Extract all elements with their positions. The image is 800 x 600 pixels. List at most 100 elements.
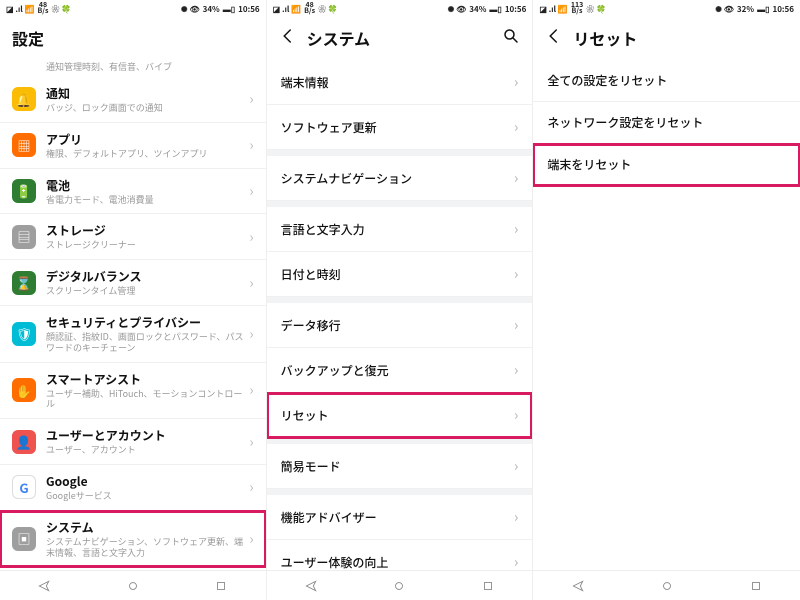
- status-icons-extra: ❀ 🍀: [318, 4, 338, 15]
- chevron-right-icon: ›: [514, 405, 518, 425]
- nav-bar: [533, 570, 800, 600]
- status-time: 10:56: [505, 4, 526, 15]
- settings-item-icon: ▣: [12, 527, 36, 551]
- back-button[interactable]: [279, 26, 297, 50]
- settings-item[interactable]: ▦アプリ権限、デフォルトアプリ、ツインアプリ›: [0, 123, 266, 169]
- chevron-right-icon: ›: [249, 135, 253, 155]
- status-kbps: 113B/s: [571, 3, 583, 14]
- system-item-label: ソフトウェア更新: [281, 119, 377, 136]
- nav-home-icon[interactable]: [660, 574, 674, 598]
- page-title: リセット: [573, 26, 788, 50]
- header-settings: 設定: [0, 18, 266, 60]
- system-item[interactable]: システムナビゲーション›: [267, 156, 533, 201]
- chevron-right-icon: ›: [249, 432, 253, 452]
- system-item-label: 簡易モード: [281, 458, 341, 475]
- system-item[interactable]: 簡易モード ›: [267, 444, 533, 489]
- reset-item-label: ネットワーク設定をリセット: [547, 114, 703, 131]
- status-bar: ◪ .ıl 📶 113B/s ❀ 🍀 ✺ 👁 32% ▬▯ 10:56: [533, 0, 800, 18]
- nav-recent-icon[interactable]: [214, 574, 228, 598]
- settings-item-subtitle: 省電力モード、電池消費量: [46, 195, 245, 206]
- settings-item-subtitle: 権限、デフォルトアプリ、ツインアプリ: [46, 149, 245, 160]
- settings-item-icon: ✋: [12, 378, 36, 402]
- settings-item-title: Google: [46, 473, 245, 490]
- settings-item[interactable]: GGoogleGoogleサービス›: [0, 465, 266, 511]
- status-icons-left: ◪ .ıl 📶: [273, 4, 302, 15]
- settings-item[interactable]: 🔋電池省電力モード、電池消費量›: [0, 169, 266, 215]
- settings-item-title: デジタルバランス: [46, 268, 245, 285]
- header-system: システム: [267, 18, 533, 60]
- status-kbps: 48B/s: [38, 3, 49, 14]
- settings-item[interactable]: 👤ユーザーとアカウントユーザー、アカウント›: [0, 419, 266, 465]
- search-button[interactable]: [502, 26, 520, 50]
- system-item[interactable]: リセット ›: [267, 393, 533, 438]
- settings-item-title: 通知: [46, 85, 245, 102]
- settings-item[interactable]: ▤ストレージストレージクリーナー›: [0, 214, 266, 260]
- status-battery: 32%: [737, 4, 754, 15]
- settings-item[interactable]: ▣システムシステムナビゲーション、ソフトウェア更新、端末情報、言語と文字入力›: [0, 511, 266, 568]
- chevron-right-icon: ›: [249, 477, 253, 497]
- system-item-label: システムナビゲーション: [281, 170, 412, 187]
- chevron-right-icon: ›: [249, 380, 253, 400]
- settings-item-subtitle: システムナビゲーション、ソフトウェア更新、端末情報、言語と文字入力: [46, 537, 245, 559]
- reset-item[interactable]: ネットワーク設定をリセット: [533, 102, 800, 144]
- status-bar: ◪ .ıl 📶 48B/s ❀ 🍀 ✺ 👁 34% ▬▯ 10:56: [0, 0, 266, 18]
- chevron-right-icon: ›: [514, 360, 518, 380]
- status-icons-right: ✺ 👁: [448, 4, 467, 15]
- chevron-right-icon: ›: [514, 507, 518, 527]
- settings-item-title: ユーザーとアカウント: [46, 427, 245, 444]
- settings-item[interactable]: 🛡セキュリティとプライバシー顔認証、指紋ID、画面ロックとパスワード、パスワード…: [0, 306, 266, 363]
- settings-list: 通知管理時刻、有信音、バイブ 🔔通知バッジ、ロック画面での通知›▦アプリ権限、デ…: [0, 60, 266, 570]
- settings-item-subtitle: ユーザー、アカウント: [46, 445, 245, 456]
- settings-item-title: ストレージ: [46, 222, 245, 239]
- battery-icon: ▬▯: [757, 4, 769, 15]
- status-time: 10:56: [238, 4, 259, 15]
- system-item-label: ユーザー体験の向上: [281, 554, 389, 571]
- nav-back-icon[interactable]: [571, 574, 585, 598]
- nav-home-icon[interactable]: [392, 574, 406, 598]
- chevron-right-icon: ›: [249, 181, 253, 201]
- settings-item-subtitle: スクリーンタイム管理: [46, 286, 245, 297]
- system-item[interactable]: データ移行›: [267, 303, 533, 348]
- nav-bar: [0, 570, 266, 600]
- chevron-right-icon: ›: [249, 89, 253, 109]
- settings-item-subtitle: 顔認証、指紋ID、画面ロックとパスワード、パスワードのキーチェーン: [46, 332, 245, 354]
- status-battery: 34%: [203, 4, 220, 15]
- chevron-right-icon: ›: [249, 273, 253, 293]
- system-item[interactable]: 機能アドバイザー ›: [267, 495, 533, 540]
- nav-back-icon[interactable]: [37, 574, 51, 598]
- reset-list: 全ての設定をリセットネットワーク設定をリセット端末をリセット: [533, 60, 800, 570]
- chevron-right-icon: ›: [514, 264, 518, 284]
- system-item[interactable]: 端末情報›: [267, 60, 533, 105]
- settings-item-title: システム: [46, 519, 245, 536]
- reset-item-label: 端末をリセット: [547, 156, 631, 173]
- status-icons-right: ✺ 👁: [715, 4, 734, 15]
- settings-item-subtitle: バッジ、ロック画面での通知: [46, 103, 245, 114]
- system-item-label: 言語と文字入力: [281, 221, 365, 238]
- settings-item[interactable]: 🔔 通知バッジ、ロック画面での通知 ›: [0, 77, 266, 123]
- reset-item[interactable]: 端末をリセット: [533, 144, 800, 186]
- reset-item[interactable]: 全ての設定をリセット: [533, 60, 800, 102]
- nav-recent-icon[interactable]: [749, 574, 763, 598]
- system-item-label: リセット: [281, 407, 329, 424]
- nav-recent-icon[interactable]: [481, 574, 495, 598]
- chevron-right-icon: ›: [514, 456, 518, 476]
- system-item[interactable]: 言語と文字入力›: [267, 207, 533, 252]
- chevron-right-icon: ›: [514, 552, 518, 570]
- back-button[interactable]: [545, 26, 563, 50]
- settings-item-icon: 🔔: [12, 87, 36, 111]
- panel-reset: ◪ .ıl 📶 113B/s ❀ 🍀 ✺ 👁 32% ▬▯ 10:56 リセット…: [533, 0, 800, 600]
- nav-back-icon[interactable]: [304, 574, 318, 598]
- system-item[interactable]: ソフトウェア更新›: [267, 105, 533, 150]
- settings-item[interactable]: ⌛デジタルバランススクリーンタイム管理›: [0, 260, 266, 306]
- truncated-prev-item[interactable]: 通知管理時刻、有信音、バイブ: [0, 60, 266, 77]
- chevron-right-icon: ›: [514, 72, 518, 92]
- system-item[interactable]: バックアップと復元›: [267, 348, 533, 393]
- system-item-label: 機能アドバイザー: [281, 509, 377, 526]
- system-item[interactable]: ユーザー体験の向上 ›: [267, 540, 533, 570]
- settings-item[interactable]: ✋スマートアシストユーザー補助、HiTouch、モーションコントロール›: [0, 363, 266, 420]
- page-title: システム: [307, 26, 493, 50]
- nav-home-icon[interactable]: [126, 574, 140, 598]
- system-item-label: 日付と時刻: [281, 266, 341, 283]
- reset-item-label: 全ての設定をリセット: [547, 72, 667, 89]
- system-item[interactable]: 日付と時刻 ›: [267, 252, 533, 297]
